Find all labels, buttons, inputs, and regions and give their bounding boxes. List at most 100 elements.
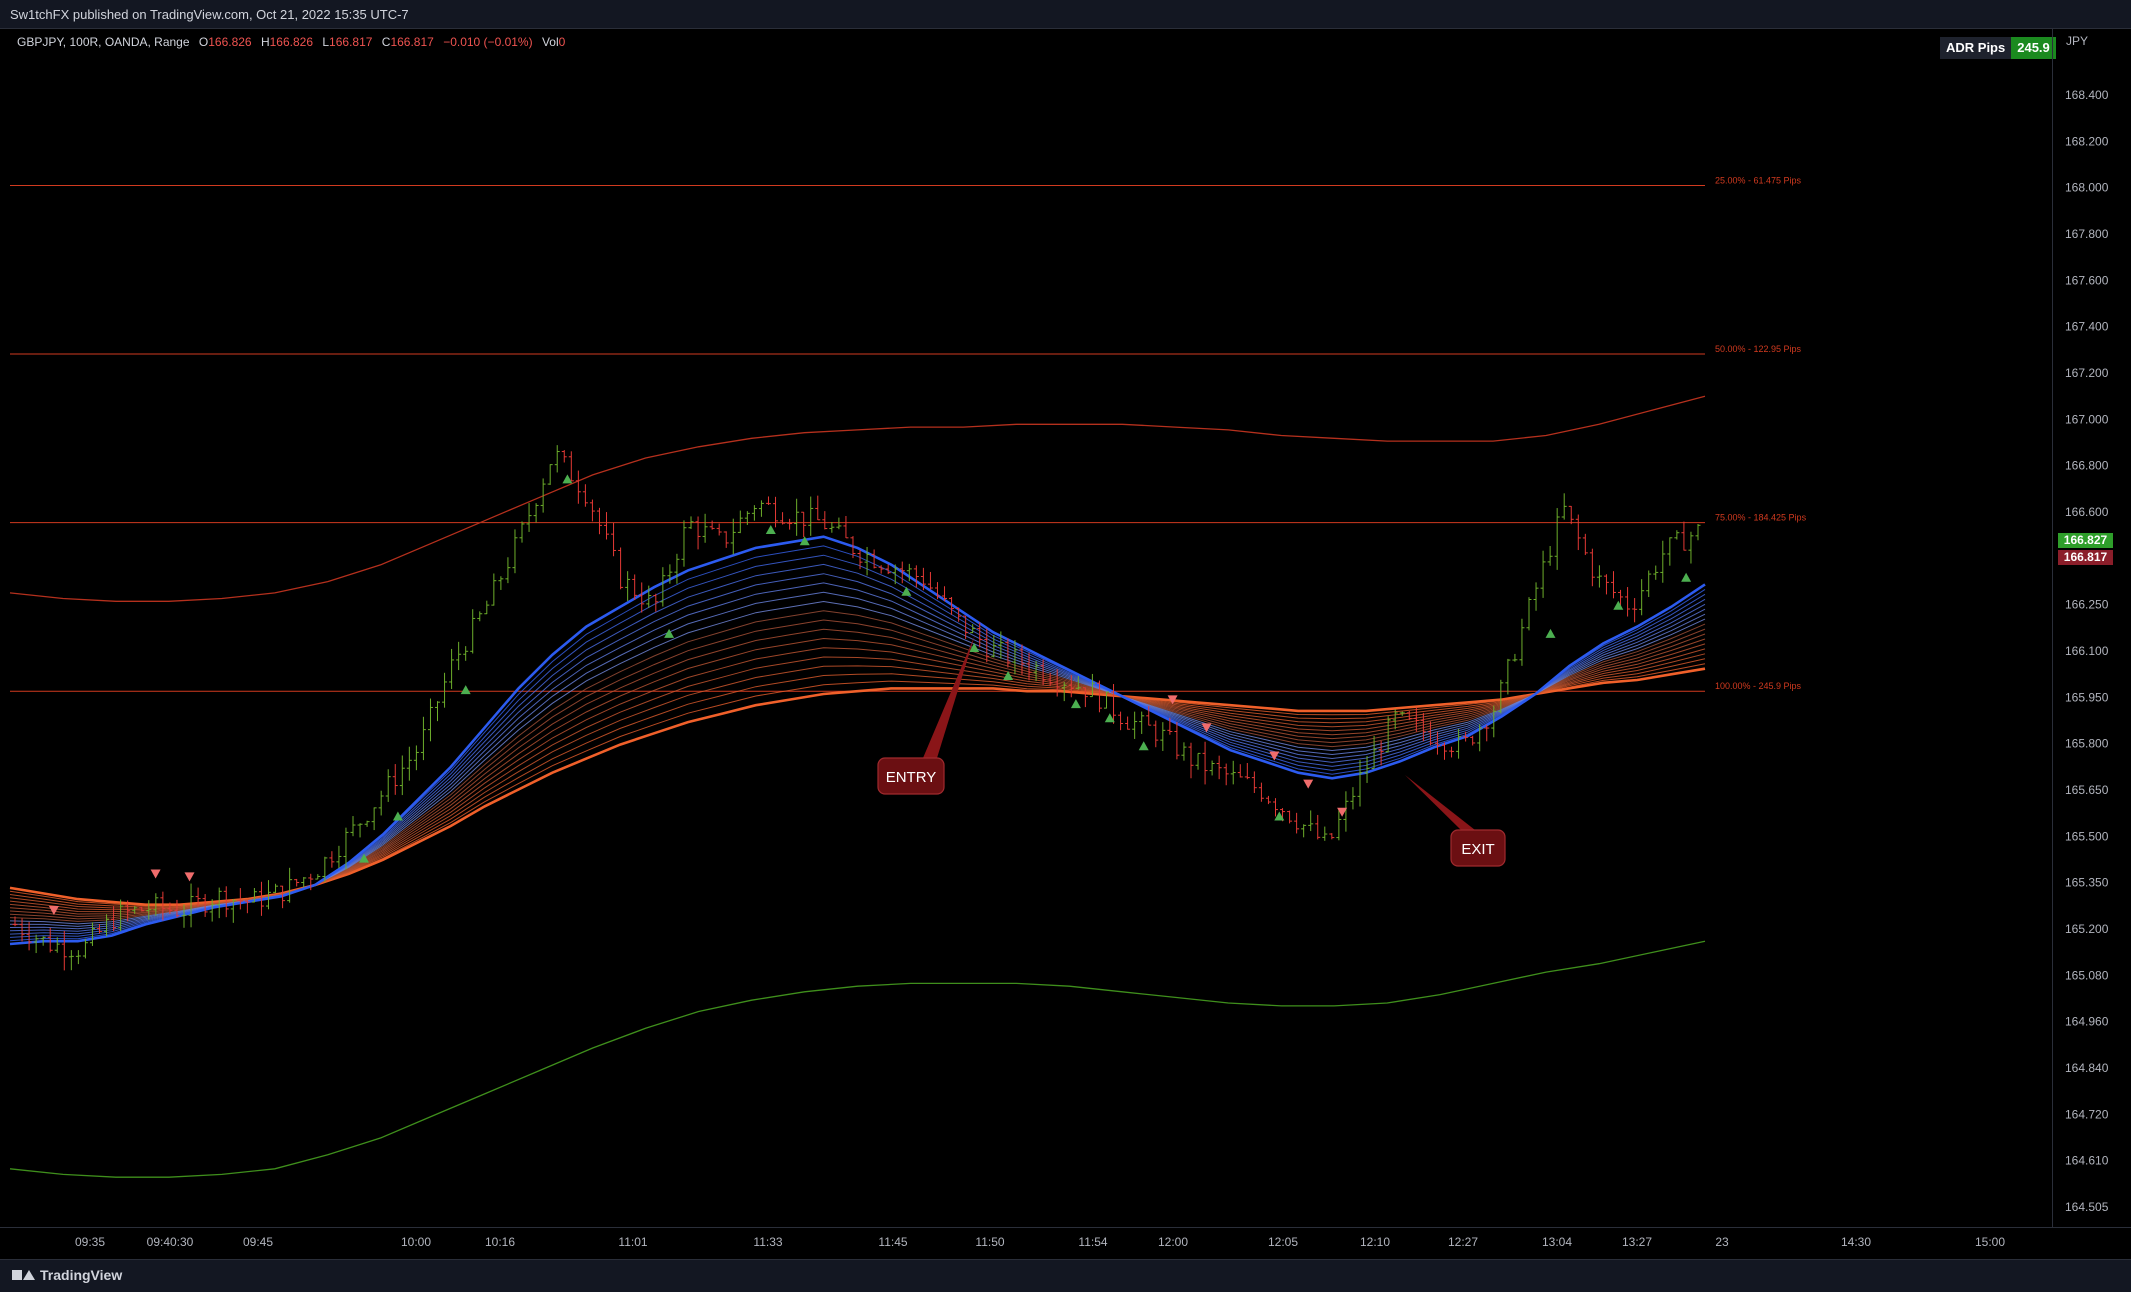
- candle: [1103, 691, 1109, 709]
- candle: [1195, 752, 1201, 770]
- candle: [1350, 787, 1356, 810]
- candle: [1498, 679, 1504, 714]
- legend-vol-label: Vol: [541, 35, 559, 49]
- candle: [385, 769, 391, 802]
- legend-symbol[interactable]: GBPJPY, 100R, OANDA, Range: [17, 35, 190, 49]
- candle: [1089, 673, 1095, 698]
- candle: [568, 451, 574, 482]
- ma-ribbon-line: [9, 600, 1706, 925]
- candle: [230, 899, 236, 923]
- chart-legend: GBPJPY, 100R, OANDA, Range O166.826 H166…: [17, 35, 565, 49]
- x-tick-label: 11:01: [618, 1235, 647, 1249]
- price-chart[interactable]: 168.400 168.200 168.000 167.800 167.600 167.4…: [0, 0, 2131, 1291]
- candle: [526, 503, 532, 532]
- candle: [1413, 707, 1419, 732]
- candle: [181, 904, 187, 928]
- candle: [1449, 746, 1455, 758]
- candle: [801, 511, 807, 538]
- candle: [470, 609, 476, 654]
- candle: [1301, 824, 1307, 838]
- candle: [857, 549, 863, 570]
- candle: [413, 745, 419, 771]
- candle: [1547, 546, 1553, 566]
- candle: [1441, 742, 1447, 760]
- candle: [632, 574, 638, 600]
- candle: [1336, 810, 1342, 841]
- candle: [1603, 574, 1609, 595]
- candle: [54, 937, 60, 953]
- sell-signal-arrow: [150, 869, 161, 879]
- candle: [1237, 764, 1243, 778]
- callout-label: EXIT: [1461, 841, 1494, 858]
- candle: [456, 641, 462, 671]
- ma-ribbon-line: [9, 628, 1706, 917]
- candle: [251, 888, 257, 903]
- brand-text: TradingView: [40, 1267, 123, 1283]
- candle: [1287, 810, 1293, 824]
- candle: [533, 503, 539, 523]
- candle: [604, 512, 610, 540]
- y-tick-label: 168.400: [2065, 88, 2109, 102]
- candle: [1153, 720, 1159, 748]
- candle: [1209, 760, 1215, 776]
- candle: [223, 886, 229, 918]
- tradingview-brand[interactable]: TradingView: [12, 1267, 122, 1283]
- candle: [787, 518, 793, 530]
- candle: [681, 520, 687, 567]
- candle: [618, 547, 624, 590]
- candle: [160, 891, 166, 921]
- candle: [519, 521, 525, 543]
- buy-signal-arrow: [392, 811, 403, 821]
- publish-line: Sw1tchFX published on TradingView.com, O…: [10, 7, 409, 22]
- candle: [1005, 638, 1011, 668]
- candle: [625, 571, 631, 601]
- candle: [209, 899, 215, 922]
- candle: [244, 899, 250, 914]
- candle: [1167, 717, 1173, 735]
- footer-bar: TradingView: [0, 1259, 2131, 1292]
- buy-signal-arrow: [765, 524, 776, 534]
- buy-signal-arrow: [1274, 811, 1285, 821]
- candle: [512, 529, 518, 574]
- legend-change: −0.010 (−0.01%): [443, 35, 533, 49]
- candle: [956, 607, 962, 622]
- sell-signal-arrow: [1167, 695, 1178, 705]
- y-tick-label: 167.200: [2065, 366, 2109, 380]
- x-tick-label: 13:04: [1542, 1235, 1572, 1249]
- ma-ribbon-line: [9, 619, 1706, 920]
- candle: [266, 880, 272, 910]
- candle: [864, 546, 870, 576]
- candle: [1258, 782, 1264, 802]
- candle: [991, 634, 997, 658]
- buy-signal-arrow: [460, 685, 471, 695]
- candle: [1251, 771, 1257, 794]
- candle: [1019, 644, 1025, 675]
- candle: [843, 515, 849, 539]
- x-tick-label: 11:54: [1078, 1235, 1107, 1249]
- candle: [420, 716, 426, 761]
- legend-open: 166.826: [208, 35, 252, 49]
- y-tick-label: 167.800: [2065, 227, 2109, 241]
- ma-ribbon-line: [9, 643, 1706, 913]
- y-tick-label: 165.950: [2065, 690, 2109, 704]
- sell-signal-arrow: [1337, 807, 1348, 817]
- candle: [75, 950, 81, 965]
- y-tick-label: 164.610: [2065, 1154, 2109, 1168]
- candle: [1674, 530, 1680, 540]
- candle: [1484, 724, 1490, 742]
- candle: [258, 881, 264, 916]
- candle: [139, 906, 145, 912]
- candle: [280, 885, 286, 909]
- candle: [1026, 652, 1032, 681]
- annotation-callout: EXIT: [1405, 775, 1506, 867]
- tradingview-logo-icon: [12, 1268, 35, 1282]
- candle: [850, 536, 856, 559]
- candle: [1082, 687, 1088, 708]
- candle: [554, 445, 560, 473]
- y-tick-label: 167.400: [2065, 320, 2109, 334]
- y-tick-label: 165.500: [2065, 829, 2109, 843]
- candle: [1230, 760, 1236, 785]
- candle: [111, 906, 117, 932]
- candle: [1244, 762, 1250, 780]
- buy-signal-arrow: [1545, 628, 1556, 638]
